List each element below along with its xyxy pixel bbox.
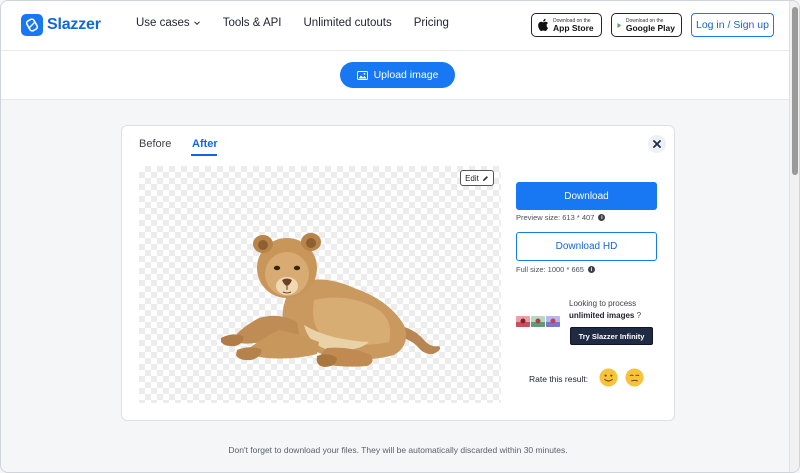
- google-play-button[interactable]: Download on the Google Play: [611, 13, 682, 37]
- logo-icon: [21, 14, 43, 36]
- nav-item-label: Tools & API: [222, 17, 282, 29]
- close-icon: [653, 140, 661, 148]
- image-icon: [356, 70, 368, 80]
- brand-name: Slazzer: [47, 16, 101, 33]
- pencil-icon: [482, 175, 488, 181]
- nav-item-label: Use cases: [136, 17, 190, 29]
- nav-item-label: Unlimited cutouts: [303, 17, 392, 29]
- site-header: Slazzer Use cases Tools & API Unlimited …: [1, 1, 791, 51]
- edit-button[interactable]: Edit: [460, 170, 494, 186]
- promo-text: Looking to process: [569, 299, 637, 308]
- store-name: App Store: [553, 22, 594, 33]
- close-button[interactable]: [648, 135, 666, 153]
- result-card: Before After Edit Download Preview size:…: [121, 125, 675, 421]
- page-scrollbar[interactable]: [789, 1, 799, 472]
- active-tab-indicator: [191, 154, 217, 156]
- google-play-icon: [617, 22, 622, 28]
- nav-item-pricing[interactable]: Pricing: [414, 17, 449, 29]
- tab-after[interactable]: After: [192, 138, 218, 150]
- lion-cub-image: [221, 233, 441, 367]
- nav-item-tools-api[interactable]: Tools & API: [223, 17, 282, 29]
- try-slazzer-infinity-button[interactable]: Try Slazzer Infinity: [570, 327, 653, 345]
- full-size-label: Full size: 1000 * 665: [516, 265, 584, 274]
- sample-thumbnail: [546, 316, 560, 327]
- preview-size-text: Preview size: 613 * 407 i: [516, 213, 606, 222]
- sample-thumbnail: [531, 316, 545, 327]
- upload-image-button[interactable]: Upload image: [340, 62, 455, 88]
- nav-item-unlimited-cutouts[interactable]: Unlimited cutouts: [304, 17, 392, 29]
- browser-frame: Slazzer Use cases Tools & API Unlimited …: [0, 0, 800, 473]
- full-size-text: Full size: 1000 * 665 i: [516, 265, 595, 274]
- happy-face-icon[interactable]: [599, 368, 618, 387]
- download-button[interactable]: Download: [516, 182, 657, 210]
- upload-band: Upload image: [1, 51, 791, 100]
- nav-item-use-cases[interactable]: Use cases: [136, 17, 201, 29]
- promo-highlight: unlimited images: [569, 311, 635, 320]
- download-hd-button[interactable]: Download HD: [516, 232, 657, 261]
- apple-icon: [538, 18, 548, 32]
- promo-text-bold-line: unlimited images ?: [569, 311, 641, 320]
- login-signup-button[interactable]: Log in / Sign up: [691, 13, 774, 37]
- nav-item-label: Pricing: [413, 17, 449, 29]
- info-icon[interactable]: i: [598, 214, 606, 221]
- result-preview: Edit: [139, 166, 501, 403]
- sample-thumbnail: [516, 316, 530, 327]
- meh-face-icon[interactable]: [625, 368, 644, 387]
- brand-logo[interactable]: Slazzer: [21, 14, 101, 36]
- main-nav: Use cases Tools & API Unlimited cutouts …: [136, 17, 471, 29]
- info-icon[interactable]: i: [587, 266, 595, 273]
- store-name: Google Play: [625, 22, 675, 33]
- rate-result-label: Rate this result:: [529, 374, 589, 384]
- promo-suffix: ?: [636, 311, 642, 320]
- scrollbar-thumb[interactable]: [792, 7, 798, 175]
- edit-label: Edit: [465, 173, 479, 183]
- chevron-down-icon: [193, 21, 200, 26]
- discard-notice: Don't forget to download your files. The…: [228, 445, 568, 455]
- upload-label: Upload image: [373, 69, 439, 81]
- app-store-button[interactable]: Download on the App Store: [531, 13, 602, 37]
- preview-size-label: Preview size: 613 * 407: [516, 213, 595, 222]
- tab-before[interactable]: Before: [139, 138, 171, 150]
- sample-thumbnails: [516, 316, 560, 327]
